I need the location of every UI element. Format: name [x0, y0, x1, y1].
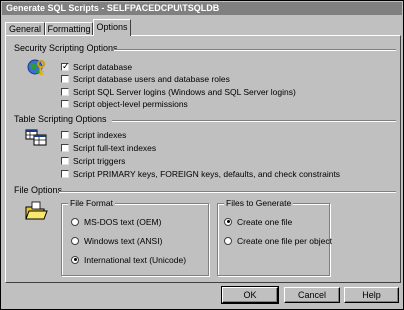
- files-to-generate-title: Files to Generate: [224, 198, 294, 208]
- checkbox-box[interactable]: [61, 87, 69, 96]
- checkbox-label: Script PRIMARY keys, FOREIGN keys, defau…: [73, 168, 341, 179]
- section-divider: [59, 191, 396, 193]
- files-to-generate-group: Files to Generate Create one file Create…: [217, 198, 332, 276]
- tab-strip: General Formatting Options: [5, 19, 401, 36]
- window-title: Generate SQL Scripts - SELFPACEDCPU\TSQL…: [2, 2, 402, 15]
- radio-ms-dos-text[interactable]: MS-DOS text (OEM): [71, 216, 161, 227]
- radio-windows-text[interactable]: Windows text (ANSI): [71, 235, 162, 246]
- checkbox-box[interactable]: [61, 99, 69, 108]
- checkbox-script-fulltext-indexes[interactable]: Script full-text indexes: [61, 142, 156, 153]
- radio-label: MS-DOS text (OEM): [84, 216, 162, 227]
- radio-label: International text (Unicode): [84, 254, 187, 265]
- checkbox-script-logins[interactable]: Script SQL Server logins (Windows and SQ…: [61, 86, 296, 97]
- checkbox-box[interactable]: [61, 156, 69, 165]
- checkbox-label: Script full-text indexes: [73, 142, 157, 153]
- checkbox-script-triggers[interactable]: Script triggers: [61, 155, 125, 166]
- tab-general[interactable]: General: [5, 22, 45, 35]
- radio-circle[interactable]: [224, 217, 232, 226]
- folder-icon: [24, 200, 48, 224]
- security-key-globe-icon: [26, 57, 48, 81]
- file-format-group: File Format MS-DOS text (OEM) Windows te…: [61, 198, 209, 276]
- checkmark-icon: ✓: [62, 60, 70, 71]
- radio-international-text[interactable]: International text (Unicode): [71, 254, 186, 265]
- radio-create-file-per-object[interactable]: Create one file per object: [224, 235, 332, 246]
- radio-circle[interactable]: [71, 255, 79, 264]
- checkbox-label: Script database: [73, 61, 133, 72]
- cancel-button[interactable]: Cancel: [284, 287, 340, 303]
- checkbox-label: Script triggers: [73, 155, 126, 166]
- checkbox-label: Script database users and database roles: [73, 73, 230, 84]
- checkbox-script-permissions[interactable]: Script object-level permissions: [61, 98, 188, 109]
- checkbox-script-database[interactable]: ✓ Script database: [61, 61, 132, 72]
- radio-selected-dot: [226, 220, 230, 223]
- checkbox-script-keys-constraints[interactable]: Script PRIMARY keys, FOREIGN keys, defau…: [61, 168, 340, 179]
- radio-label: Create one file: [237, 216, 293, 227]
- radio-label: Windows text (ANSI): [84, 235, 163, 246]
- radio-selected-dot: [73, 258, 77, 261]
- checkbox-box[interactable]: [61, 143, 69, 152]
- ok-button[interactable]: OK: [221, 286, 279, 304]
- checkbox-box[interactable]: ✓: [61, 60, 70, 71]
- tab-formatting[interactable]: Formatting: [45, 22, 93, 35]
- section-divider: [114, 49, 396, 51]
- radio-circle[interactable]: [71, 236, 79, 245]
- radio-circle[interactable]: [71, 217, 79, 226]
- section-divider: [112, 120, 396, 122]
- checkbox-label: Script object-level permissions: [73, 98, 188, 109]
- radio-label: Create one file per object: [237, 235, 332, 246]
- checkbox-box[interactable]: [61, 74, 69, 83]
- checkbox-label: Script indexes: [73, 129, 127, 140]
- checkbox-box[interactable]: [61, 169, 69, 178]
- security-section-title: Security Scripting Options: [14, 43, 118, 53]
- radio-create-one-file[interactable]: Create one file: [224, 216, 292, 227]
- checkbox-script-indexes[interactable]: Script indexes: [61, 129, 126, 140]
- table-grid-icon: [25, 128, 47, 148]
- radio-circle[interactable]: [224, 236, 232, 245]
- checkbox-label: Script SQL Server logins (Windows and SQ…: [73, 86, 296, 97]
- dialog-window: Generate SQL Scripts - SELFPACEDCPU\TSQL…: [0, 0, 404, 310]
- checkbox-box[interactable]: [61, 130, 69, 139]
- file-format-title: File Format: [68, 198, 115, 208]
- file-options-title: File Options: [14, 185, 63, 195]
- help-button[interactable]: Help: [344, 287, 399, 303]
- checkbox-script-users-roles[interactable]: Script database users and database roles: [61, 73, 230, 84]
- table-section-title: Table Scripting Options: [14, 114, 107, 124]
- tab-options[interactable]: Options: [93, 19, 131, 36]
- options-panel: Security Scripting Options ✓ Script data…: [5, 35, 401, 283]
